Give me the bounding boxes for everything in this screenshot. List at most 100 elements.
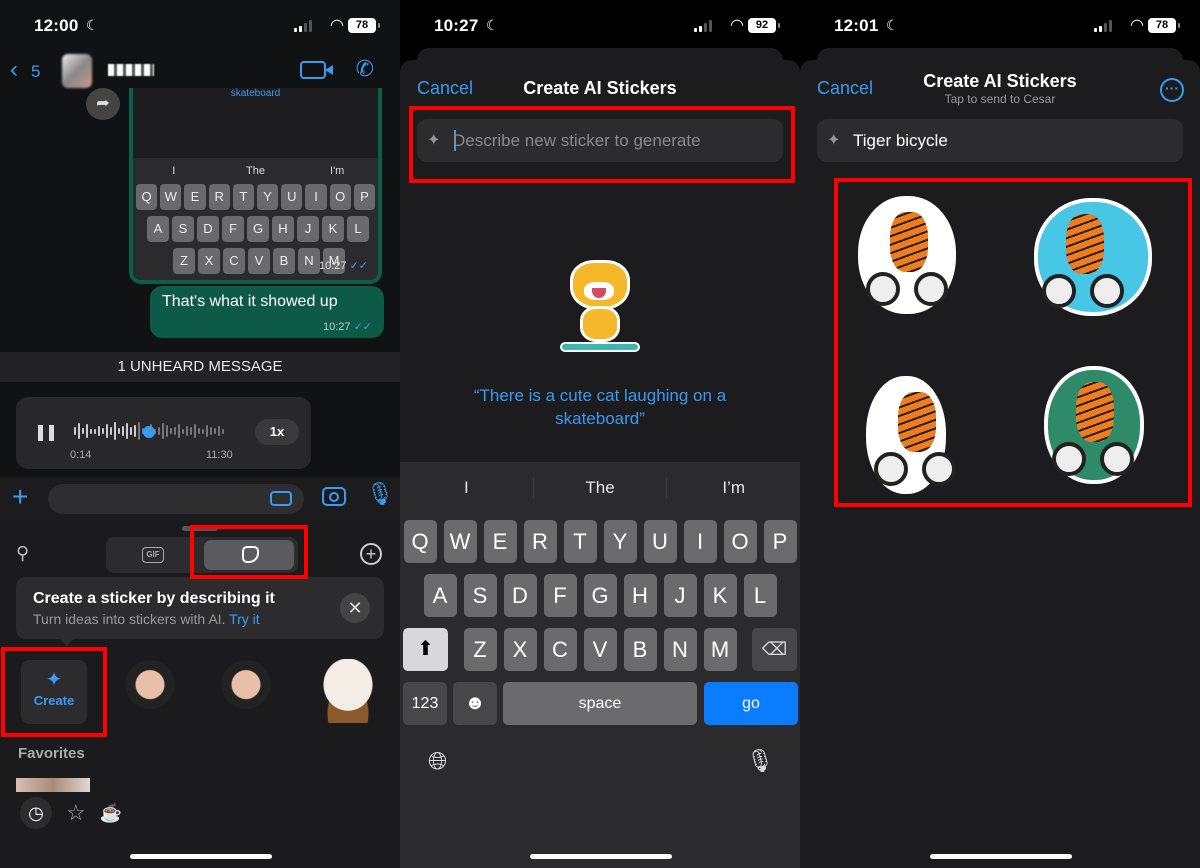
try-it-link[interactable]: Try it (229, 611, 260, 627)
waveform-bar (182, 428, 184, 434)
key[interactable]: R (523, 520, 557, 563)
battery-icon: 92 (748, 18, 780, 33)
keyboard-toggle-icon[interactable] (270, 491, 292, 506)
search-icon[interactable]: ⚲ (16, 543, 29, 564)
message-input[interactable] (48, 484, 304, 514)
phone-call-icon[interactable]: ✆ (356, 56, 374, 82)
key[interactable]: P (763, 520, 797, 563)
key[interactable]: Z (463, 628, 497, 671)
key[interactable]: X (503, 628, 537, 671)
key[interactable]: K (703, 574, 737, 617)
sheet-title: Create AI Stickers (523, 78, 677, 98)
key: P (353, 184, 376, 210)
gif-tab[interactable]: GIF (142, 547, 164, 563)
key[interactable]: S (463, 574, 497, 617)
key[interactable]: C (543, 628, 577, 671)
sticker-tab[interactable] (204, 540, 294, 570)
key[interactable]: H (623, 574, 657, 617)
image-message[interactable]: skateboard I The I'm QWERTYUIOP ASDFGHJK… (129, 88, 382, 284)
status-time: 12:00 (34, 16, 79, 35)
contact-avatar[interactable] (62, 54, 92, 88)
home-indicator (530, 854, 672, 859)
key[interactable]: D (503, 574, 537, 617)
dictation-mic-icon[interactable]: 🎙︎ (746, 748, 774, 774)
playback-scrubber[interactable] (143, 426, 155, 438)
voice-waveform[interactable] (74, 419, 238, 443)
sticker-prompt-field[interactable]: ✦ (817, 119, 1183, 162)
sticker-crying-coffee-cup[interactable] (312, 659, 384, 723)
key[interactable]: M (703, 628, 737, 671)
waveform-bar (98, 426, 100, 436)
globe-icon[interactable]: 🌐︎ (428, 748, 447, 776)
close-tip-button[interactable]: ✕ (340, 593, 370, 623)
sticker-prompt-input[interactable] (853, 119, 1173, 162)
key: K (322, 216, 344, 242)
microphone-icon[interactable]: 🎙︎ (366, 481, 394, 507)
pause-icon[interactable] (38, 425, 54, 441)
playback-speed-button[interactable]: 1x (255, 419, 299, 445)
go-key[interactable]: go (704, 682, 798, 725)
emoji-key[interactable]: ☻ (453, 682, 497, 725)
waveform-bar (94, 428, 96, 434)
back-unread-count[interactable]: 5 (31, 62, 40, 82)
key[interactable]: E (483, 520, 517, 563)
key[interactable]: O (723, 520, 757, 563)
key[interactable]: U (643, 520, 677, 563)
suggestion[interactable]: The (534, 478, 668, 498)
key[interactable]: J (663, 574, 697, 617)
key[interactable]: I (683, 520, 717, 563)
sticker-prompt-field[interactable]: ✦ (417, 119, 783, 162)
key[interactable]: A (423, 574, 457, 617)
key[interactable]: F (543, 574, 577, 617)
sticker-memoji-star-eyes[interactable] (214, 659, 278, 723)
camera-icon[interactable] (322, 487, 346, 506)
suggestion[interactable]: I (400, 478, 534, 498)
key[interactable]: G (583, 574, 617, 617)
generated-sticker-tiger-forest-circle-bicycle[interactable] (1028, 192, 1158, 322)
key: C (223, 248, 245, 274)
key[interactable]: Y (603, 520, 637, 563)
create-sticker-tip: Create a sticker by describing it Turn i… (16, 577, 384, 646)
sparkles-icon: ✦ (45, 669, 63, 691)
key[interactable]: B (623, 628, 657, 671)
waveform-bar (90, 428, 92, 434)
waveform-bar (82, 428, 84, 434)
video-call-icon[interactable] (300, 61, 333, 79)
key[interactable]: T (563, 520, 597, 563)
message-text: That's what it showed up (162, 293, 338, 310)
space-key[interactable]: space (503, 682, 697, 725)
numbers-key[interactable]: 123 (403, 682, 447, 725)
attach-plus-icon[interactable]: + (12, 481, 28, 513)
recent-clock-icon[interactable]: ◷ (20, 797, 52, 829)
key: I (305, 184, 327, 210)
generated-sticker-tiger-top-hat-sunglasses-bicycle[interactable] (852, 190, 962, 320)
create-sticker-button[interactable]: ✦ Create (21, 660, 87, 724)
forward-icon[interactable]: ➦ (86, 88, 120, 120)
key[interactable]: Q (403, 520, 437, 563)
backspace-key[interactable]: ⌫ (752, 628, 797, 671)
more-options-icon[interactable]: ··· (1160, 78, 1184, 102)
generated-sticker-tiger-small-bicycle[interactable] (860, 370, 956, 500)
drawer-segment-control: GIF (106, 537, 298, 573)
suggestion[interactable]: I’m (667, 478, 800, 498)
sticker-memoji-kiss[interactable] (118, 659, 182, 723)
drawer-grabber[interactable] (182, 526, 218, 531)
waveform-bar (130, 427, 132, 435)
add-circle-icon[interactable]: + (360, 543, 382, 565)
coffee-pack-icon[interactable]: ☕ (100, 803, 122, 824)
contact-name-redacted[interactable] (108, 64, 154, 76)
key: Z (173, 248, 195, 274)
key[interactable]: L (743, 574, 777, 617)
favorite-sticker-thumbnail[interactable] (16, 778, 90, 792)
generated-sticker-tiger-pine-forest-bicycle[interactable] (1038, 360, 1150, 490)
key[interactable]: V (583, 628, 617, 671)
key[interactable]: N (663, 628, 697, 671)
back-chevron-icon[interactable]: ‹ (10, 56, 18, 84)
favorites-star-icon[interactable]: ☆ (66, 800, 86, 826)
sticker-prompt-input[interactable] (453, 119, 773, 162)
waveform-bar (210, 427, 212, 435)
voice-message: 0:14 11:30 1x (16, 397, 311, 469)
create-stickers-sheet: Cancel Create AI Stickers Tap to send to… (800, 60, 1200, 868)
outgoing-message[interactable]: That's what it showed up 10:27 ✓✓ (150, 286, 384, 338)
key[interactable]: W (443, 520, 477, 563)
